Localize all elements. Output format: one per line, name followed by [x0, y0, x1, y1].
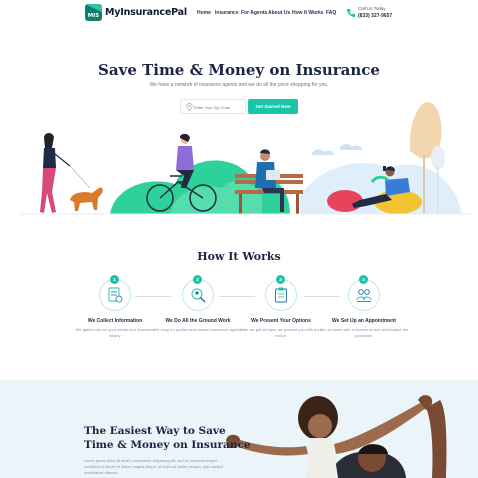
- step-title: We Collect Information: [87, 318, 143, 324]
- step-description: After we get all data, we present you wi…: [240, 327, 322, 338]
- step-title: We Do All the Ground Work: [165, 318, 231, 324]
- hero-illustration: [20, 101, 470, 215]
- hero-title: Save Time & Money on Insurance: [98, 61, 380, 79]
- nav-about-us[interactable]: About Us: [268, 10, 290, 16]
- step-description: We gather info on your needs and insuran…: [75, 327, 155, 338]
- nav-faq[interactable]: FAQ: [326, 10, 336, 16]
- how-it-works-title: How It Works: [197, 250, 281, 263]
- section-text: Lorem ipsum dolor sit amet, consectetur …: [84, 459, 224, 475]
- step-number: 3: [276, 275, 285, 284]
- info-form-icon: [108, 287, 123, 303]
- step-number: 2: [193, 275, 202, 284]
- logo-badge[interactable]: MIS: [85, 4, 102, 21]
- call-number[interactable]: (833) 327-9657: [358, 13, 392, 19]
- call-label: Call Us Today: [358, 6, 386, 11]
- step-title: We Present Your Options: [251, 318, 311, 324]
- logo-badge-text: MIS: [87, 13, 100, 19]
- step-description: You sit down with a chosen broker and fi…: [319, 327, 409, 338]
- clipboard-icon: [275, 287, 287, 303]
- site-header: MIS MyInsurancePal Home Insurance For Ag…: [0, 0, 478, 26]
- step-description: We shop for quotes and contact insurance…: [153, 327, 243, 332]
- step-title: We Set Up an Appointment: [332, 318, 396, 324]
- step-number: 1: [110, 275, 119, 284]
- section-title-line-2: Time & Money on Insurance: [84, 439, 251, 451]
- step-present-options: 3 We Present Your Options After we get a…: [236, 275, 326, 350]
- section-title-line-1: The Easiest Way to Save: [84, 425, 226, 437]
- step-appointment: 4 We Set Up an Appointment You sit down …: [319, 275, 409, 350]
- nav-for-agents[interactable]: For Agents: [241, 10, 267, 16]
- logo-text[interactable]: MyInsurancePal: [105, 7, 187, 18]
- phone-icon[interactable]: [346, 8, 356, 18]
- nav-home[interactable]: Home: [197, 10, 211, 16]
- nav-insurance[interactable]: Insurance: [215, 10, 239, 16]
- step-number: 4: [359, 275, 368, 284]
- section-title: The Easiest Way to Save Time & Money on …: [84, 424, 251, 452]
- logo-triangle: [85, 4, 102, 12]
- nav-how-it-works[interactable]: How It Works: [292, 10, 324, 16]
- hero-subtitle: We have a network of insurance agents an…: [149, 82, 329, 88]
- step-collect-info: 1 We Collect Information We gather info …: [70, 275, 160, 350]
- search-magnifier-icon: [191, 288, 206, 303]
- meeting-people-icon: [356, 289, 372, 302]
- step-ground-work: 2 We Do All the Ground Work We shop for …: [153, 275, 243, 350]
- easiest-way-section: The Easiest Way to Save Time & Money on …: [0, 380, 478, 478]
